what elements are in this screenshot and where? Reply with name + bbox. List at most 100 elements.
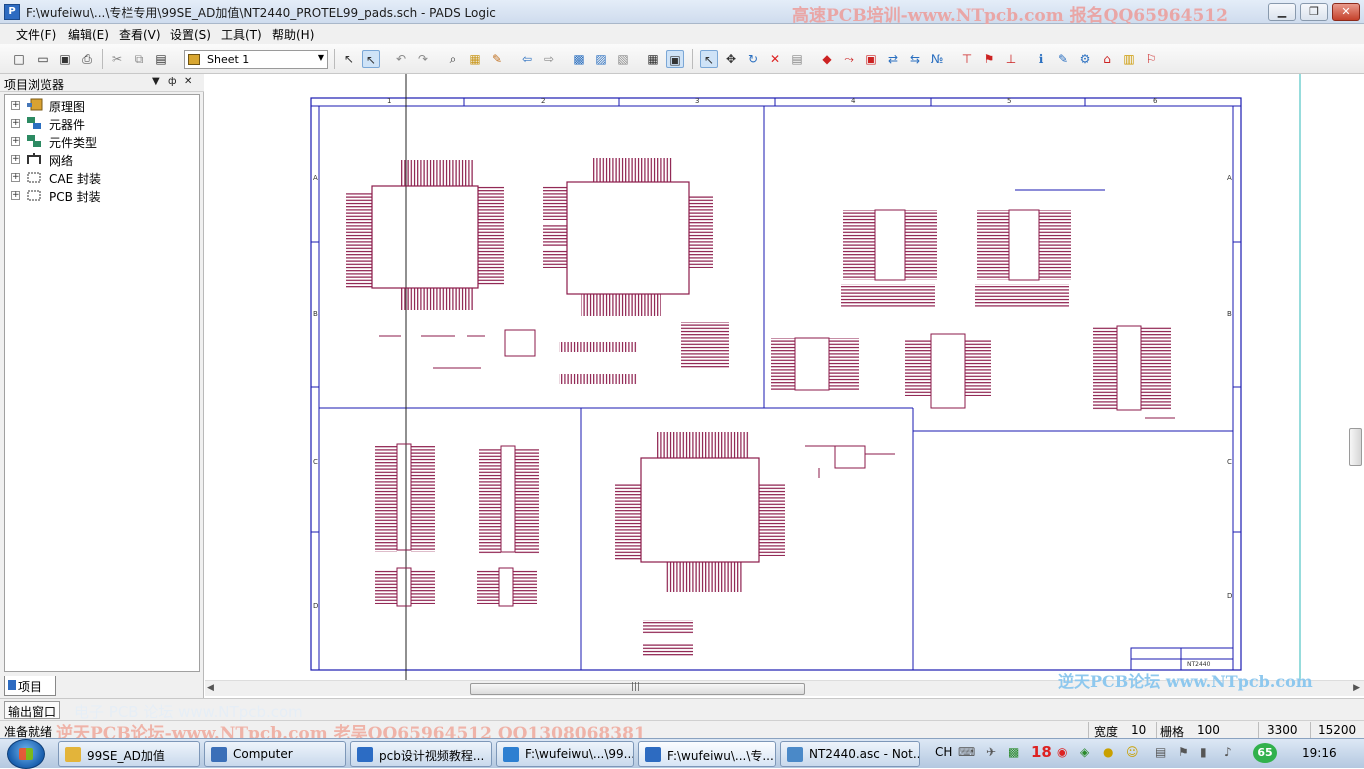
- add-connection-icon[interactable]: ⊤: [958, 50, 976, 68]
- display-icon[interactable]: ▣: [666, 50, 684, 68]
- report-icon[interactable]: ▦: [644, 50, 662, 68]
- minimize-button[interactable]: ▁: [1268, 3, 1296, 21]
- schematic-component[interactable]: [905, 333, 991, 409]
- add-net-label-icon[interactable]: ⚑: [980, 50, 998, 68]
- schematic-component[interactable]: [841, 209, 937, 308]
- copy-icon[interactable]: ⧉: [130, 50, 148, 68]
- schematic-component[interactable]: [543, 158, 713, 316]
- tab-output-window[interactable]: 输出窗口: [4, 701, 60, 719]
- menu-help[interactable]: 帮助(H): [272, 26, 314, 43]
- clock[interactable]: 19:16: [1302, 746, 1337, 760]
- tray-app-icon[interactable]: ◉: [1057, 745, 1067, 759]
- cam-icon[interactable]: ▧: [614, 50, 632, 68]
- select-icon[interactable]: ↖: [700, 50, 718, 68]
- keyboard-icon[interactable]: ⌨: [958, 745, 975, 759]
- schematic-component[interactable]: [615, 432, 785, 592]
- tray-app-icon[interactable]: ◈: [1080, 745, 1089, 759]
- schematic-component[interactable]: [375, 443, 435, 607]
- add-bus-icon[interactable]: ▣: [862, 50, 880, 68]
- language-indicator[interactable]: CH: [935, 745, 952, 759]
- swap-gate-icon[interactable]: ⇆: [906, 50, 924, 68]
- task-pads-logic[interactable]: F:\wufeiwu\...\专...: [638, 741, 776, 767]
- volume-icon[interactable]: ♪: [1224, 745, 1232, 759]
- schematic-component[interactable]: [346, 160, 504, 310]
- tray-green-badge[interactable]: 65: [1253, 743, 1277, 763]
- flag-icon[interactable]: ⚐: [1142, 50, 1160, 68]
- expand-icon[interactable]: +: [11, 173, 20, 182]
- scroll-left-icon[interactable]: ◀: [207, 683, 214, 693]
- query-icon[interactable]: ℹ: [1032, 50, 1050, 68]
- scroll-right-icon[interactable]: ▶: [1353, 683, 1360, 693]
- cut-icon[interactable]: ✂: [108, 50, 126, 68]
- task-video-tutorial[interactable]: pcb设计视频教程...: [350, 741, 492, 767]
- schematic-canvas[interactable]: 1 2 3 4 5 6 A B C D A B C D NT2440: [205, 74, 1364, 680]
- zoom-icon[interactable]: ⌕: [444, 50, 462, 68]
- action-center-icon[interactable]: ⚑: [1178, 745, 1189, 759]
- task-computer[interactable]: Computer: [204, 741, 346, 767]
- properties-icon[interactable]: ▤: [788, 50, 806, 68]
- start-button[interactable]: [7, 739, 45, 769]
- tray-badge-number[interactable]: 18: [1031, 743, 1052, 761]
- expand-icon[interactable]: +: [11, 101, 20, 110]
- edit-part-icon[interactable]: ⚙: [1076, 50, 1094, 68]
- schematic-component[interactable]: [805, 445, 895, 478]
- schematic-component[interactable]: [1093, 325, 1175, 419]
- close-button[interactable]: ✕: [1332, 3, 1360, 21]
- move-icon[interactable]: ✥: [722, 50, 740, 68]
- add-power-icon[interactable]: ⊥: [1002, 50, 1020, 68]
- renumber-icon[interactable]: №: [928, 50, 946, 68]
- task-notepad[interactable]: NT2440.asc - Not...: [780, 741, 920, 767]
- new-icon[interactable]: □: [10, 50, 28, 68]
- schematic-drawing[interactable]: [205, 74, 1364, 680]
- menu-view[interactable]: 查看(V): [119, 26, 161, 43]
- highlight-icon[interactable]: ▥: [1120, 50, 1138, 68]
- undo-icon[interactable]: ↶: [392, 50, 410, 68]
- print-icon[interactable]: ⎙: [78, 50, 96, 68]
- next-sheet-icon[interactable]: ⇨: [540, 50, 558, 68]
- expand-icon[interactable]: +: [11, 119, 20, 128]
- task-folder[interactable]: 99SE_AD加值: [58, 741, 200, 767]
- panel-menu-icon[interactable]: ▼: [152, 76, 160, 87]
- app-icon[interactable]: P: [4, 4, 20, 20]
- pads-layout-icon[interactable]: ▩: [570, 50, 588, 68]
- prev-sheet-icon[interactable]: ⇦: [518, 50, 536, 68]
- task-pads-layout[interactable]: F:\wufeiwu\...\99...: [496, 741, 634, 767]
- redo-icon[interactable]: ↷: [414, 50, 432, 68]
- menu-setup[interactable]: 设置(S): [170, 26, 211, 43]
- tray-app-icon[interactable]: ✈: [986, 745, 996, 759]
- tray-app-icon[interactable]: ●: [1103, 745, 1113, 759]
- tray-app-icon[interactable]: ☺: [1126, 745, 1139, 759]
- pin-icon[interactable]: ф: [168, 76, 177, 87]
- add-part-icon[interactable]: ◆: [818, 50, 836, 68]
- edit-text-icon[interactable]: ✎: [1054, 50, 1072, 68]
- schematic-component[interactable]: [975, 189, 1105, 308]
- schematic-component[interactable]: [771, 337, 859, 391]
- menu-file[interactable]: 文件(F): [16, 26, 56, 43]
- open-icon[interactable]: ▭: [34, 50, 52, 68]
- select-mode-icon[interactable]: ↖: [362, 50, 380, 68]
- restore-button[interactable]: ❐: [1300, 3, 1328, 21]
- redraw-icon[interactable]: ✎: [488, 50, 506, 68]
- save-icon[interactable]: ▣: [56, 50, 74, 68]
- vertical-scrollbar-thumb[interactable]: [1349, 428, 1362, 466]
- close-icon[interactable]: ✕: [184, 76, 192, 87]
- select-filter-icon[interactable]: ↖: [340, 50, 358, 68]
- menu-edit[interactable]: 编辑(E): [68, 26, 109, 43]
- sheet-select[interactable]: Sheet 1 ▼: [184, 50, 328, 69]
- horizontal-scrollbar-thumb[interactable]: |||: [470, 682, 805, 695]
- chevron-down-icon[interactable]: ▼: [318, 53, 324, 62]
- add-wire-icon[interactable]: ⤳: [840, 50, 858, 68]
- schematic-component[interactable]: [477, 445, 539, 607]
- tab-project[interactable]: 项目: [4, 676, 56, 696]
- expand-icon[interactable]: +: [11, 137, 20, 146]
- tray-app-icon[interactable]: ▤: [1155, 745, 1166, 759]
- menu-tools[interactable]: 工具(T): [221, 26, 262, 43]
- swap-pin-icon[interactable]: ⇄: [884, 50, 902, 68]
- zoom-window-icon[interactable]: ▦: [466, 50, 484, 68]
- pads-router-icon[interactable]: ▨: [592, 50, 610, 68]
- expand-icon[interactable]: +: [11, 155, 20, 164]
- rotate-icon[interactable]: ↻: [744, 50, 762, 68]
- tray-app-icon[interactable]: ▩: [1008, 745, 1019, 759]
- paste-icon[interactable]: ▤: [152, 50, 170, 68]
- hierarchy-icon[interactable]: ⌂: [1098, 50, 1116, 68]
